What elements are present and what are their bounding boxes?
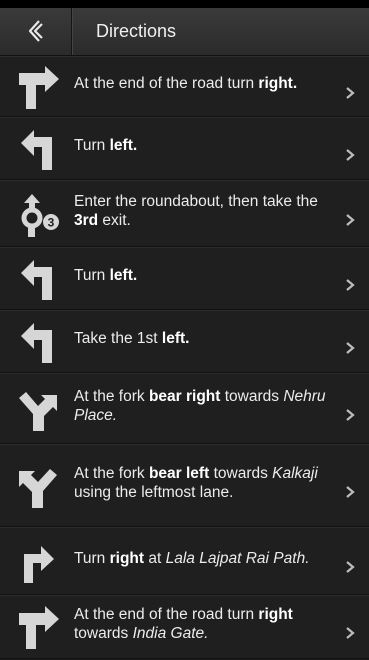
step-text-part: 3rd (74, 212, 99, 229)
back-chevron-icon (28, 20, 43, 42)
step-text-part: Enter the roundabout, then take the (74, 193, 318, 210)
direction-step-row[interactable]: Turn right at Lala Lajpat Rai Path. (0, 527, 369, 595)
step-text-part: left. (109, 137, 138, 154)
fork-bear-left-icon (19, 469, 57, 508)
header-bar: Directions (0, 8, 369, 56)
direction-step-row[interactable]: Turn left. (0, 117, 369, 180)
direction-step-row[interactable]: Turn left. (0, 247, 369, 310)
chevron-right-icon (346, 627, 355, 639)
arrow-slight-right-icon (24, 546, 54, 583)
directions-list: At the end of the road turn right. Turn l… (0, 56, 369, 659)
direction-step-text: At the end of the road turn right toward… (74, 605, 336, 643)
arrow-turn-left-icon (21, 323, 52, 363)
chevron-right-icon (346, 409, 355, 421)
step-text-part: at (144, 550, 166, 567)
step-text-part: right (109, 550, 145, 567)
direction-step-text: Take the 1st left. (74, 329, 336, 348)
step-text-part: bear right (148, 388, 221, 405)
chevron-right-icon (346, 279, 355, 291)
step-text-part: towards (220, 388, 284, 405)
direction-step-text: Turn left. (74, 266, 336, 285)
step-text-part: Turn (74, 550, 110, 567)
step-text-part: India Gate. (132, 625, 209, 642)
direction-step-row[interactable]: At the fork bear left towards Kalkaji us… (0, 444, 369, 527)
step-text-part: towards (209, 465, 273, 482)
step-text-part: bear left (148, 465, 210, 482)
chevron-right-icon (346, 342, 355, 354)
arrow-turn-right-icon (19, 606, 59, 649)
step-text-part: At the end of the road turn (74, 606, 259, 623)
arrow-turn-left-icon (21, 260, 52, 300)
chevron-right-icon (346, 561, 355, 573)
roundabout-exit-number: 3 (48, 216, 55, 230)
step-text-part: exit. (98, 212, 131, 229)
chevron-right-icon (346, 87, 355, 99)
step-text-part: At the fork (74, 388, 149, 405)
direction-step-row[interactable]: 3 Enter the roundabout, then take the 3rd… (0, 180, 369, 247)
step-text-part: towards (74, 625, 133, 642)
step-text-part: using the leftmost lane. (74, 484, 234, 501)
direction-step-row[interactable]: At the fork bear right towards Nehru Pla… (0, 373, 369, 444)
direction-step-text: Enter the roundabout, then take the 3rd … (74, 192, 336, 230)
status-strip (0, 0, 369, 8)
step-text-part: At the fork (74, 465, 149, 482)
step-text-part: Take the 1st (74, 330, 162, 347)
chevron-right-icon (346, 486, 355, 498)
direction-step-text: At the fork bear right towards Nehru Pla… (74, 387, 336, 425)
step-text-part: left. (161, 330, 190, 347)
step-text-part: Turn (74, 137, 110, 154)
chevron-right-icon (346, 149, 355, 161)
direction-step-text: At the fork bear left towards Kalkaji us… (74, 464, 336, 502)
direction-step-text: Turn left. (74, 136, 336, 155)
page-title: Directions (96, 21, 177, 41)
direction-step-row[interactable]: At the end of the road turn right toward… (0, 595, 369, 659)
back-button[interactable] (0, 8, 72, 55)
direction-step-text: Turn right at Lala Lajpat Rai Path. (74, 549, 336, 568)
step-text-part: right (258, 606, 293, 623)
step-text-part: At the end of the road turn (74, 75, 259, 92)
step-text-part: right. (258, 75, 298, 92)
chevron-right-icon (346, 214, 355, 226)
step-text-part: Lala Lajpat Rai Path. (165, 550, 310, 567)
step-text-part: Kalkaji (272, 465, 318, 482)
step-text-part: Turn (74, 267, 110, 284)
direction-step-row[interactable]: Take the 1st left. (0, 310, 369, 373)
arrow-turn-left-icon (21, 130, 52, 170)
arrow-turn-right-icon (19, 66, 59, 109)
direction-step-row[interactable]: At the end of the road turn right. (0, 56, 369, 117)
roundabout-exit-3-icon: 3 (21, 194, 59, 237)
direction-step-text: At the end of the road turn right. (74, 74, 336, 93)
fork-bear-right-icon (19, 392, 57, 431)
step-text-part: left. (109, 267, 138, 284)
